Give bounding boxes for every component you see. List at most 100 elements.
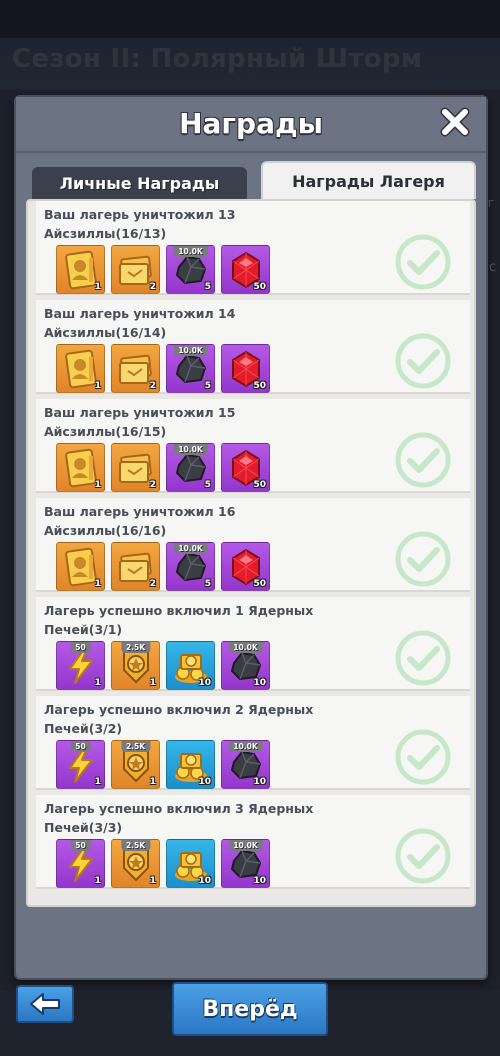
background-side-text: с xyxy=(488,260,496,275)
close-x-icon xyxy=(440,107,470,137)
top-bar xyxy=(0,0,500,38)
reward-item[interactable]: 2 xyxy=(111,443,160,492)
item-quantity: 50 xyxy=(253,282,266,292)
reward-items: 50 1 2.5K 1 10 10.0K 10 xyxy=(56,839,270,888)
rewards-modal: Награды Личные Награды Награды Лагеря Ва… xyxy=(14,95,488,980)
item-quantity: 2 xyxy=(149,480,156,490)
reward-item[interactable]: 1 xyxy=(56,542,105,591)
reward-item[interactable]: 50 1 xyxy=(56,641,105,690)
reward-item[interactable]: 50 xyxy=(221,443,270,492)
reward-item[interactable]: 1 xyxy=(56,344,105,393)
item-value-badge: 2.5K xyxy=(120,840,151,851)
modal-title: Награды xyxy=(179,107,323,140)
item-quantity: 1 xyxy=(94,579,101,589)
reward-description: Ваш лагерь уничтожил 13 Айсзиллы(16/13) xyxy=(44,207,236,241)
reward-item[interactable]: 10.0K 5 xyxy=(166,443,215,492)
item-value-badge: 2.5K xyxy=(120,741,151,752)
reward-row: Ваш лагерь уничтожил 13 Айсзиллы(16/13) 1… xyxy=(36,201,470,295)
reward-items: 1 2 10.0K 5 50 xyxy=(56,443,270,492)
item-value-badge: 10.0K xyxy=(228,840,263,851)
item-value-badge: 10.0K xyxy=(173,345,208,356)
item-value-badge: 2.5K xyxy=(120,642,151,653)
reward-row: Лагерь успешно включил 2 Ядерных Печей(3… xyxy=(36,696,470,790)
check-circle-icon xyxy=(394,332,452,390)
item-quantity: 5 xyxy=(204,579,211,589)
item-quantity: 1 xyxy=(149,876,156,886)
reward-tabs: Личные Награды Награды Лагеря xyxy=(32,161,476,199)
reward-row: Лагерь успешно включил 3 Ядерных Печей(3… xyxy=(36,795,470,889)
item-quantity: 10 xyxy=(253,678,266,688)
reward-item[interactable]: 10.0K 5 xyxy=(166,245,215,294)
reward-items: 1 2 10.0K 5 50 xyxy=(56,344,270,393)
reward-items: 50 1 2.5K 1 10 10.0K 10 xyxy=(56,641,270,690)
reward-description: Лагерь успешно включил 2 Ядерных Печей(3… xyxy=(44,702,314,736)
tab-camp-rewards[interactable]: Награды Лагеря xyxy=(261,161,476,199)
item-quantity: 10 xyxy=(253,876,266,886)
reward-item[interactable]: 50 1 xyxy=(56,740,105,789)
check-circle-icon xyxy=(394,728,452,786)
reward-item[interactable]: 50 xyxy=(221,344,270,393)
item-quantity: 10 xyxy=(198,876,211,886)
reward-row: Лагерь успешно включил 1 Ядерных Печей(3… xyxy=(36,597,470,691)
reward-description: Лагерь успешно включил 3 Ядерных Печей(3… xyxy=(44,801,314,835)
rewards-list[interactable]: Ваш лагерь уничтожил 13 Айсзиллы(16/13) 1… xyxy=(26,199,476,907)
season-title: Сезон II: Полярный Шторм xyxy=(12,44,423,74)
item-quantity: 2 xyxy=(149,381,156,391)
item-quantity: 5 xyxy=(204,282,211,292)
item-quantity: 2 xyxy=(149,282,156,292)
reward-item[interactable]: 10.0K 5 xyxy=(166,542,215,591)
reward-item[interactable]: 10.0K 10 xyxy=(221,740,270,789)
item-quantity: 1 xyxy=(94,381,101,391)
reward-item[interactable]: 50 1 xyxy=(56,839,105,888)
check-circle-icon xyxy=(394,629,452,687)
item-quantity: 1 xyxy=(94,777,101,787)
reward-row: Ваш лагерь уничтожил 14 Айсзиллы(16/14) 1… xyxy=(36,300,470,394)
item-value-badge: 10.0K xyxy=(173,543,208,554)
item-quantity: 5 xyxy=(204,480,211,490)
check-circle-icon xyxy=(394,530,452,588)
item-quantity: 1 xyxy=(149,678,156,688)
reward-items: 50 1 2.5K 1 10 10.0K 10 xyxy=(56,740,270,789)
reward-item[interactable]: 1 xyxy=(56,443,105,492)
reward-item[interactable]: 10.0K 10 xyxy=(221,641,270,690)
reward-item[interactable]: 1 xyxy=(56,245,105,294)
item-quantity: 1 xyxy=(94,876,101,886)
reward-item[interactable]: 2 xyxy=(111,245,160,294)
item-value-badge: 50 xyxy=(70,741,91,752)
item-value-badge: 50 xyxy=(70,840,91,851)
item-quantity: 50 xyxy=(253,381,266,391)
item-value-badge: 10.0K xyxy=(228,642,263,653)
item-value-badge: 50 xyxy=(70,642,91,653)
item-quantity: 1 xyxy=(149,777,156,787)
close-button[interactable] xyxy=(438,105,472,139)
reward-item[interactable]: 10 xyxy=(166,641,215,690)
reward-items: 1 2 10.0K 5 50 xyxy=(56,542,270,591)
background-side-text: г xyxy=(487,196,494,210)
reward-item[interactable]: 10.0K 10 xyxy=(221,839,270,888)
arrow-left-icon xyxy=(30,993,60,1015)
item-quantity: 10 xyxy=(253,777,266,787)
item-value-badge: 10.0K xyxy=(173,444,208,455)
reward-description: Лагерь успешно включил 1 Ядерных Печей(3… xyxy=(44,603,314,637)
item-quantity: 1 xyxy=(94,678,101,688)
reward-item[interactable]: 50 xyxy=(221,542,270,591)
tab-personal-rewards[interactable]: Личные Награды xyxy=(32,167,247,199)
reward-items: 1 2 10.0K 5 50 xyxy=(56,245,270,294)
reward-item[interactable]: 2 xyxy=(111,542,160,591)
reward-row: Ваш лагерь уничтожил 16 Айсзиллы(16/16) 1… xyxy=(36,498,470,592)
reward-item[interactable]: 2.5K 1 xyxy=(111,839,160,888)
reward-item[interactable]: 10 xyxy=(166,839,215,888)
reward-item[interactable]: 50 xyxy=(221,245,270,294)
forward-button[interactable]: Вперёд xyxy=(172,982,328,1036)
reward-item[interactable]: 2.5K 1 xyxy=(111,740,160,789)
item-value-badge: 10.0K xyxy=(228,741,263,752)
check-circle-icon xyxy=(394,431,452,489)
reward-item[interactable]: 2 xyxy=(111,344,160,393)
item-quantity: 5 xyxy=(204,381,211,391)
check-circle-icon xyxy=(394,233,452,291)
reward-description: Ваш лагерь уничтожил 14 Айсзиллы(16/14) xyxy=(44,306,236,340)
back-button[interactable] xyxy=(16,985,74,1023)
reward-item[interactable]: 2.5K 1 xyxy=(111,641,160,690)
reward-item[interactable]: 10 xyxy=(166,740,215,789)
reward-item[interactable]: 10.0K 5 xyxy=(166,344,215,393)
